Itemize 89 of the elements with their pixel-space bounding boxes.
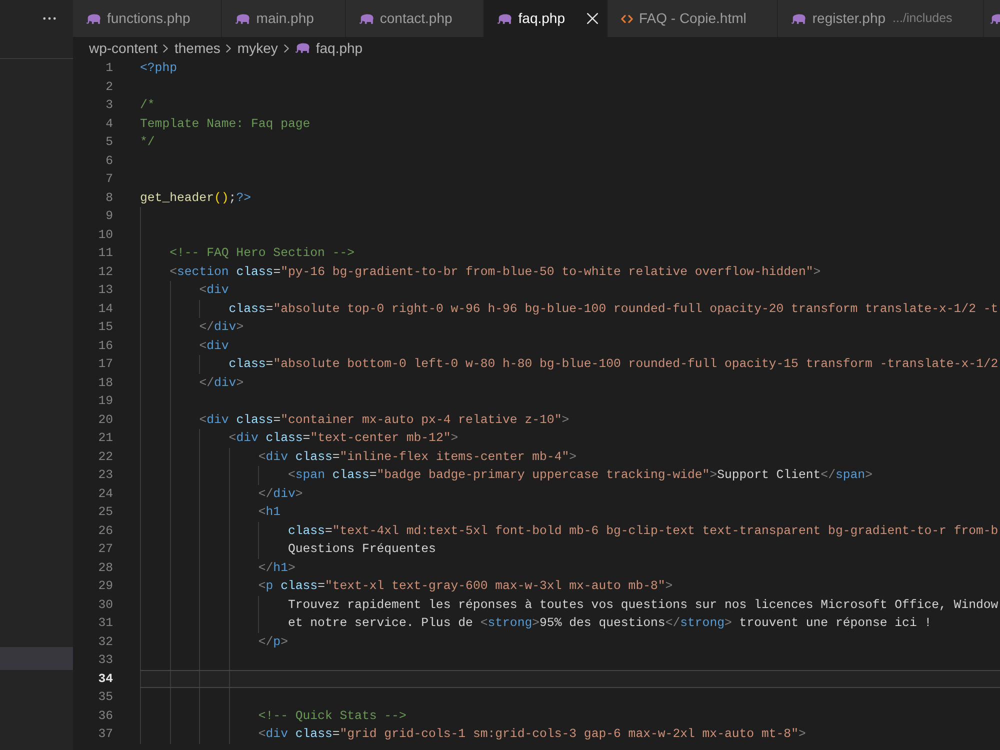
code-line: <span class="badge badge-primary uppercase tracking-wide">Support Client</span> (288, 467, 872, 484)
line-number: 21 (98, 430, 113, 447)
code-line: <!-- Quick Stats --> (258, 708, 406, 724)
line-number: 12 (98, 264, 113, 280)
line-number: 10 (98, 226, 113, 244)
line-number: 9 (106, 208, 113, 225)
chevron-icon (163, 44, 168, 52)
line-number: 3 (106, 97, 113, 114)
code-line: </h1> (258, 560, 296, 576)
line-number: 2 (106, 78, 113, 96)
code-line: class="text-4xl md:text-5xl font-bold mb-6 bg-clip-text text-transparent bg-gradient-to-r from-b (288, 522, 998, 540)
line-number: 16 (98, 338, 113, 354)
line-number: 30 (98, 596, 113, 614)
editor-tab[interactable]: register.php .../includes (778, 0, 984, 37)
code-line: et notre service. Plus de <strong>95% des questions</strong> trouvent une réponse ici ! (288, 615, 932, 632)
code-icon (621, 14, 633, 22)
code-line: <div (199, 282, 229, 299)
elephant-icon (86, 14, 101, 24)
chevron-icon (226, 44, 232, 52)
code-line: <div class="container mx-auto px-4 relative z-10"> (199, 412, 570, 428)
line-number: 25 (98, 504, 113, 521)
code-line: <section class="py-16 bg-gradient-to-br from-blue-50 to-white relative overflow-hidden"> (170, 264, 821, 280)
line-number: 13 (98, 282, 113, 299)
line-number: 1 (106, 60, 113, 77)
line-number: 26 (98, 522, 113, 540)
code-line: </div> (258, 486, 303, 502)
code-line: Trouvez rapidement les réponses à toutes vos questions sur nos licences Microsoft Office, Window (288, 596, 998, 614)
editor-tab[interactable]: main.php (222, 0, 346, 37)
code-line: get_header();?> (140, 190, 251, 206)
code-line: class="absolute bottom-0 left-0 w-80 h-80 bg-blue-100 rounded-full opacity-15 transform -translate-x-1/2 (228, 356, 998, 373)
code-line: <?php (140, 60, 177, 77)
breadcrumb-item[interactable]: mykey (237, 38, 278, 58)
elephant-icon (358, 14, 374, 24)
code-line: <h1 (258, 504, 281, 521)
line-number: 15 (98, 319, 113, 336)
tab-path: .../includes (892, 10, 952, 28)
code-line: <!-- FAQ Hero Section --> (170, 245, 355, 262)
line-number: 35 (98, 689, 113, 706)
breadcrumb-item[interactable]: faq.php (294, 38, 363, 58)
line-number: 18 (98, 374, 113, 392)
line-number: 23 (98, 467, 113, 484)
code-line: <div (199, 338, 229, 354)
elephant-icon (235, 14, 250, 24)
code-line: <div class="text-center mb-12"> (228, 430, 458, 447)
editor-tab[interactable] (984, 0, 1000, 37)
line-number: 32 (98, 634, 113, 650)
chevron-icon (284, 44, 289, 52)
code-line: /* (140, 97, 155, 114)
line-number: 7 (106, 171, 113, 188)
code-line: </p> (258, 634, 288, 650)
elephant-icon (497, 14, 512, 24)
line-number: 19 (98, 393, 113, 410)
line-number: 34 (98, 670, 113, 688)
code-line: */ (140, 134, 155, 151)
line-number: 37 (98, 726, 113, 743)
editor-tab[interactable]: functions.php (73, 0, 222, 37)
code-line: Template Name: Faq page (140, 116, 310, 132)
line-number: 14 (98, 300, 113, 318)
line-number: 8 (106, 190, 113, 206)
elephant-icon (294, 43, 310, 53)
code-line: Questions Fréquentes (288, 541, 436, 558)
code-line: </div> (199, 374, 244, 392)
line-number: 24 (98, 486, 113, 502)
code-line: </div> (199, 319, 244, 336)
line-number: 29 (98, 578, 113, 595)
line-number: 36 (98, 708, 113, 724)
breadcrumb-item[interactable]: wp-content (89, 38, 158, 58)
editor-tab[interactable]: faq.php (484, 0, 608, 37)
line-number: 22 (98, 448, 113, 466)
code-line: <div class="inline-flex items-center mb-4"> (258, 448, 577, 466)
line-number: 31 (98, 615, 113, 632)
elephant-icon (791, 14, 806, 24)
line-number: 4 (106, 116, 113, 132)
breadcrumb-item[interactable]: themes (174, 38, 220, 58)
line-number: 27 (98, 541, 113, 558)
line-number: 6 (106, 152, 113, 170)
code-line: class="absolute top-0 right-0 w-96 h-96 bg-blue-100 rounded-full opacity-20 transform translate-x-1/2 -t (228, 300, 998, 318)
line-number: 33 (98, 652, 113, 669)
code-line: <p class="text-xl text-gray-600 max-w-3xl mx-auto mb-8"> (258, 578, 673, 595)
editor-tab[interactable]: contact.php (346, 0, 484, 37)
line-number: 28 (98, 560, 113, 576)
editor-tab[interactable]: FAQ - Copie.html (608, 0, 778, 37)
line-number: 20 (98, 412, 113, 428)
line-number: 11 (98, 245, 113, 262)
line-number: 17 (98, 356, 113, 373)
code-line: <div class="grid grid-cols-1 sm:grid-cols-3 gap-6 max-w-2xl mx-auto mt-8"> (258, 726, 806, 743)
line-number: 5 (106, 134, 113, 151)
more-icon[interactable] (43, 17, 56, 20)
close-icon[interactable] (587, 13, 598, 24)
